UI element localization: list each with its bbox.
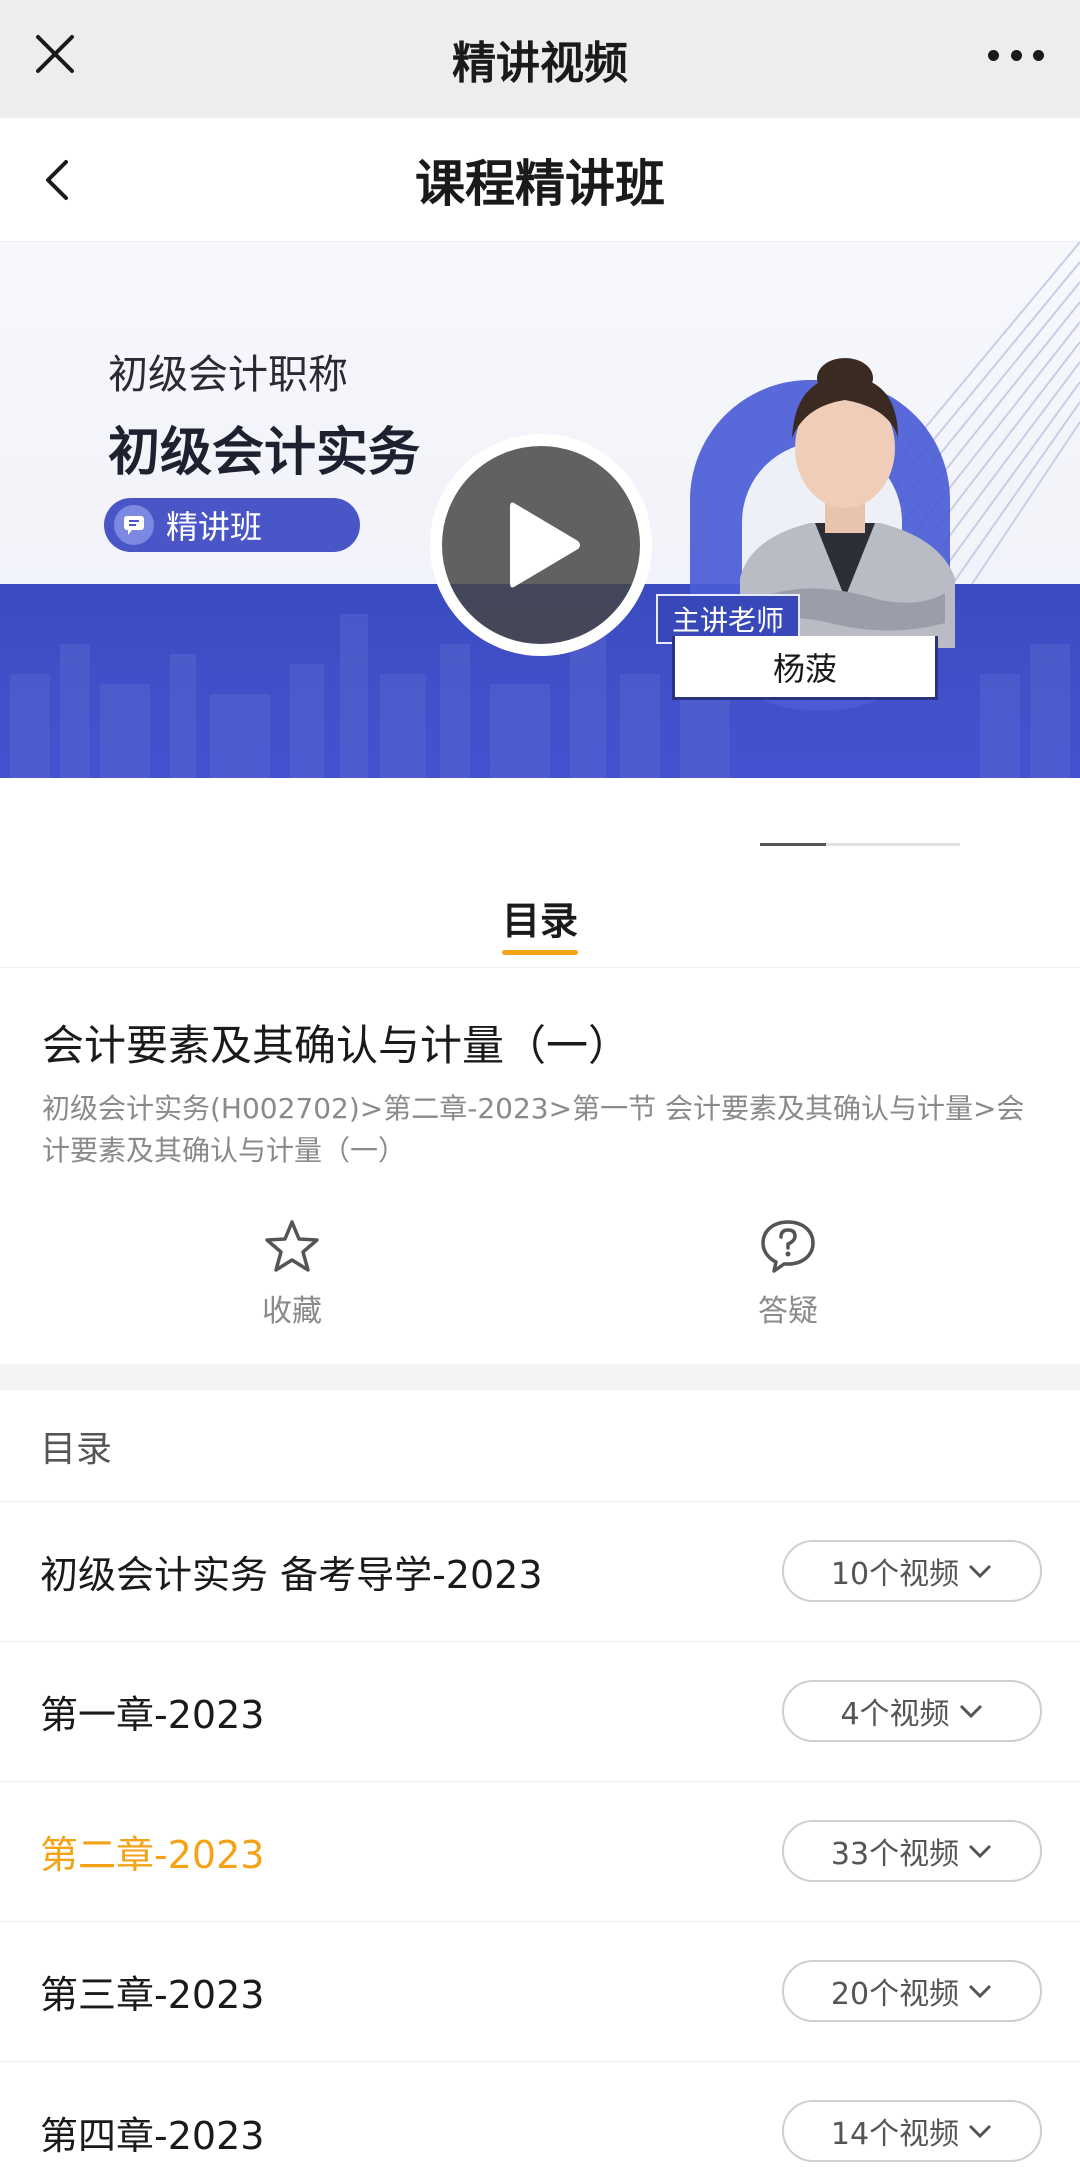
play-button[interactable] [430, 434, 652, 656]
window-title: 精讲视频 [452, 38, 628, 89]
video-count: 4个视频 [840, 1697, 950, 1732]
chevron-down-icon [969, 2124, 992, 2139]
video-count: 33个视频 [830, 1837, 960, 1872]
video-count-button[interactable]: 14个视频 [782, 2100, 1042, 2162]
catalog-heading: 目录 [0, 1390, 1080, 1502]
qa-button[interactable]: 答疑 [708, 1218, 868, 1330]
lesson-breadcrumb: 初级会计实务(H002702)>第二章-2023>第一节 会计要素及其确认与计量… [42, 1092, 1025, 1167]
page-title: 课程精讲班 [415, 154, 665, 213]
chapter-title: 第二章-2023 [40, 1833, 265, 1877]
chapter-item[interactable]: 第一章-2023 4个视频 [0, 1642, 1080, 1782]
video-count: 10个视频 [830, 1557, 960, 1592]
tab-underline [502, 950, 578, 955]
class-tag: 精讲班 [104, 498, 360, 552]
chapter-item[interactable]: 第四章-2023 14个视频 [0, 2062, 1080, 2178]
chapter-title: 第四章-2023 [40, 2113, 265, 2158]
course-category: 初级会计职称 [108, 352, 348, 398]
favorite-button[interactable]: 收藏 [212, 1218, 372, 1330]
lesson-title: 会计要素及其确认与计量（一） [42, 1021, 631, 1070]
more-icon[interactable] [988, 48, 1044, 62]
carousel-indicator [760, 843, 960, 846]
chapter-title: 初级会计实务 备考导学-2023 [40, 1553, 543, 1597]
video-count-button[interactable]: 10个视频 [782, 1540, 1042, 1602]
tab-catalog[interactable]: 目录 [0, 880, 1080, 968]
chevron-down-icon [969, 1984, 992, 1999]
page: 精讲视频 课程精讲班 初级会计职称 初级会计实务 精讲班 主讲老师 杨菠 目录 … [0, 0, 1080, 2178]
chapter-item[interactable]: 初级会计实务 备考导学-2023 10个视频 [0, 1502, 1080, 1642]
top-bar: 精讲视频 [0, 0, 1080, 118]
back-icon[interactable] [40, 158, 76, 202]
qa-label: 答疑 [758, 1294, 818, 1329]
video-banner[interactable]: 初级会计职称 初级会计实务 精讲班 主讲老师 杨菠 [0, 242, 1080, 778]
lesson-actions: 收藏 答疑 [0, 1218, 1080, 1338]
favorite-label: 收藏 [262, 1294, 322, 1329]
chapter-item[interactable]: 第三章-2023 20个视频 [0, 1922, 1080, 2062]
chevron-down-icon [969, 1564, 992, 1579]
class-tag-label: 精讲班 [166, 508, 263, 546]
star-icon [265, 1220, 319, 1272]
course-name: 初级会计实务 [108, 423, 421, 483]
chapter-title: 第三章-2023 [40, 1973, 265, 2017]
video-count-button[interactable]: 33个视频 [782, 1820, 1042, 1882]
video-count: 20个视频 [830, 1977, 960, 2012]
section-divider [0, 1364, 1080, 1390]
video-count: 14个视频 [830, 2117, 960, 2152]
chevron-down-icon [969, 1844, 992, 1859]
chat-icon [114, 505, 154, 545]
video-count-button[interactable]: 4个视频 [782, 1680, 1042, 1742]
video-count-button[interactable]: 20个视频 [782, 1960, 1042, 2022]
tab-catalog-label: 目录 [501, 899, 578, 943]
play-icon [510, 502, 580, 588]
teacher-name: 杨菠 [672, 636, 938, 700]
page-header: 课程精讲班 [0, 118, 1080, 242]
chevron-down-icon [959, 1704, 982, 1719]
chapter-item-active[interactable]: 第二章-2023 33个视频 [0, 1782, 1080, 1922]
close-icon[interactable] [32, 31, 78, 77]
question-bubble-icon [761, 1220, 815, 1273]
chapter-title: 第一章-2023 [40, 1693, 265, 1737]
